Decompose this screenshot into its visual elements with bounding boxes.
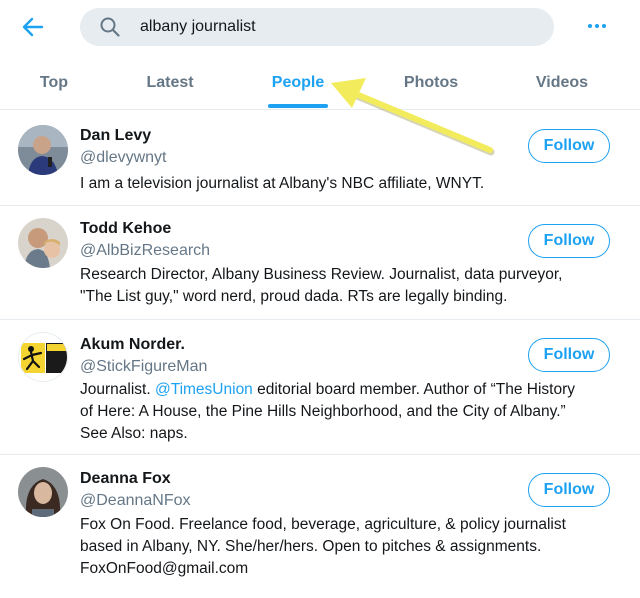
more-options-icon[interactable] xyxy=(582,16,612,36)
bio-line: of Here: A House, the Pine Hills Neighbo… xyxy=(80,403,566,420)
avatar[interactable] xyxy=(18,125,68,175)
avatar[interactable] xyxy=(18,218,68,268)
user-bio: Fox On Food. Freelance food, beverage, a… xyxy=(80,514,620,580)
bio-line: FoxOnFood@gmail.com xyxy=(80,560,249,577)
tab-videos[interactable]: Videos xyxy=(522,56,602,110)
back-arrow-icon[interactable] xyxy=(18,12,48,42)
user-result-row[interactable]: Deanna Fox @DeannaNFox Fox On Food. Free… xyxy=(0,455,640,598)
user-handle[interactable]: @dlevywnyt xyxy=(80,149,167,167)
user-result-row[interactable]: Akum Norder. @StickFigureMan Journalist.… xyxy=(0,320,640,455)
tab-people[interactable]: People xyxy=(258,56,338,110)
search-input[interactable] xyxy=(140,8,540,46)
tab-top[interactable]: Top xyxy=(22,56,86,110)
user-bio: Research Director, Albany Business Revie… xyxy=(80,264,620,308)
bio-line: See Also: naps. xyxy=(80,425,188,442)
bio-line: Research Director, Albany Business Revie… xyxy=(80,266,563,283)
search-icon xyxy=(100,17,120,37)
user-result-row[interactable]: Todd Kehoe @AlbBizResearch Research Dire… xyxy=(0,206,640,320)
avatar[interactable] xyxy=(18,467,68,517)
follow-button[interactable]: Follow xyxy=(528,338,610,372)
bio-line: "The List guy," word nerd, proud dada. R… xyxy=(80,288,508,305)
follow-button[interactable]: Follow xyxy=(528,224,610,258)
user-bio: I am a television journalist at Albany's… xyxy=(80,175,485,192)
user-bio: Journalist. @TimesUnion editorial board … xyxy=(80,379,620,445)
bio-text: editorial board member. Author of “The H… xyxy=(252,381,576,398)
user-display-name[interactable]: Akum Norder. xyxy=(80,336,185,354)
bio-line: Journalist. @TimesUnion editorial board … xyxy=(80,379,620,401)
mention-link[interactable]: @TimesUnion xyxy=(155,381,253,398)
user-display-name[interactable]: Dan Levy xyxy=(80,127,151,145)
bio-line: based in Albany, NY. She/her/hers. Open … xyxy=(80,538,542,555)
user-handle[interactable]: @StickFigureMan xyxy=(80,358,207,376)
avatar[interactable] xyxy=(18,332,68,382)
user-handle[interactable]: @AlbBizResearch xyxy=(80,242,210,260)
user-display-name[interactable]: Todd Kehoe xyxy=(80,220,171,238)
user-display-name[interactable]: Deanna Fox xyxy=(80,470,171,488)
tab-latest[interactable]: Latest xyxy=(130,56,210,110)
bio-line: Fox On Food. Freelance food, beverage, a… xyxy=(80,516,566,533)
search-box[interactable] xyxy=(80,8,554,46)
user-result-row[interactable]: Dan Levy @dlevywnyt I am a television jo… xyxy=(0,111,640,206)
follow-button[interactable]: Follow xyxy=(528,473,610,507)
search-header xyxy=(0,0,640,56)
tab-photos[interactable]: Photos xyxy=(388,56,474,110)
active-tab-indicator xyxy=(268,104,328,108)
user-handle[interactable]: @DeannaNFox xyxy=(80,492,191,510)
search-tabs: Top Latest People Photos Videos xyxy=(0,56,640,110)
follow-button[interactable]: Follow xyxy=(528,129,610,163)
bio-text: Journalist. xyxy=(80,381,155,398)
